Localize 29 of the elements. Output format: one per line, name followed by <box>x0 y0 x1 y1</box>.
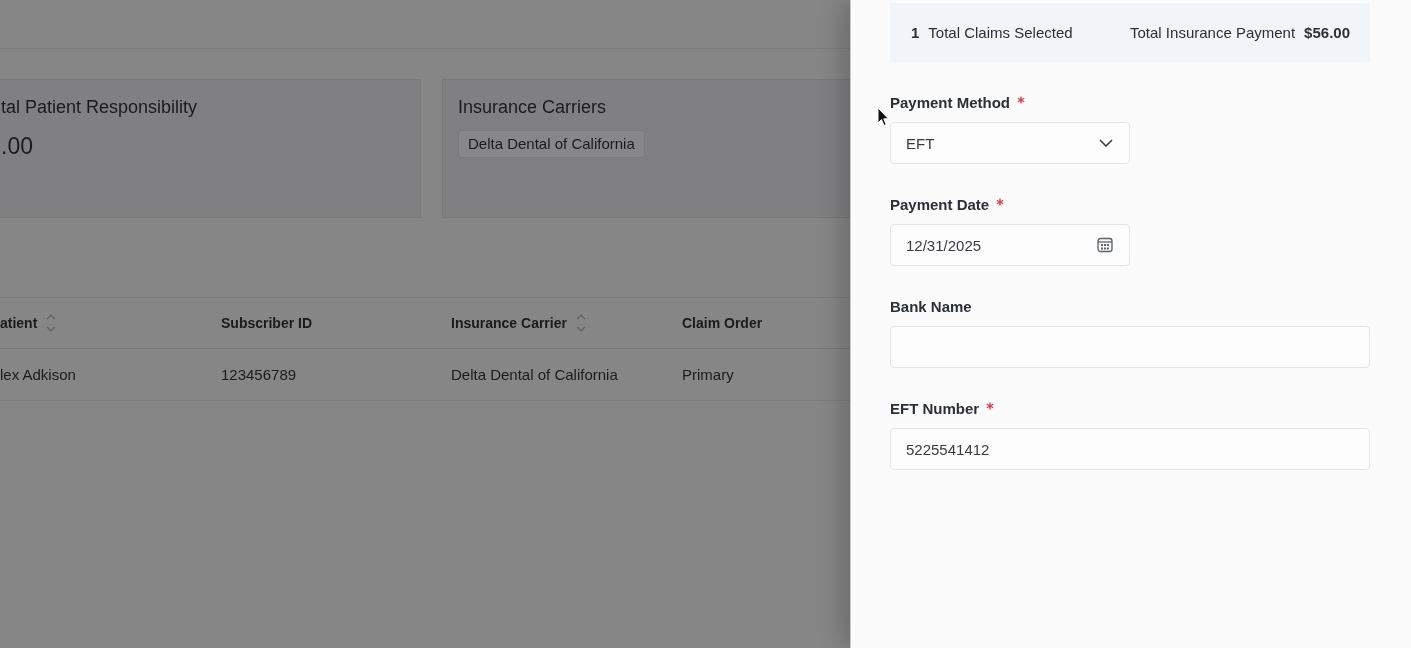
column-header: Claim Order <box>682 315 763 331</box>
calendar-icon[interactable] <box>1097 237 1113 253</box>
field-label: Payment Date <box>890 195 990 213</box>
carrier-tag: Delta Dental of California <box>458 130 645 158</box>
chevron-down-icon <box>1099 139 1113 147</box>
sort-icon[interactable] <box>574 312 587 334</box>
field-label: EFT Number <box>890 399 980 417</box>
table-cell: 123456789 <box>221 366 297 383</box>
card-title: Insurance Carriers <box>458 96 608 118</box>
dropdown-field[interactable]: EFT <box>890 122 1130 164</box>
column-header: Subscriber ID <box>221 315 313 331</box>
table-cell: Delta Dental of California <box>451 366 618 383</box>
column-header: Insurance Carrier <box>451 315 567 331</box>
text-input-field[interactable] <box>890 326 1370 368</box>
sort-icon[interactable] <box>45 312 58 334</box>
card-title: tal Patient Responsibility <box>1 96 199 118</box>
table-cell: lex Adkison <box>0 366 76 383</box>
payment-amount: $56.00 <box>1304 24 1350 41</box>
date-field[interactable]: 12/31/2025 <box>890 224 1130 266</box>
text-input-field[interactable]: 5225541412 <box>890 428 1370 470</box>
claims-label: Total Claims Selected <box>928 24 1073 41</box>
mouse-pointer-icon <box>877 107 889 127</box>
claims-count: 1 <box>911 24 920 41</box>
amount-value: .00 <box>1 132 34 161</box>
field-label: Bank Name <box>890 297 972 315</box>
column-header: atient <box>0 315 38 331</box>
field-label: Payment Method <box>890 93 1010 111</box>
payment-label: Total Insurance Payment <box>1130 24 1296 41</box>
table-cell: Primary <box>682 366 734 383</box>
